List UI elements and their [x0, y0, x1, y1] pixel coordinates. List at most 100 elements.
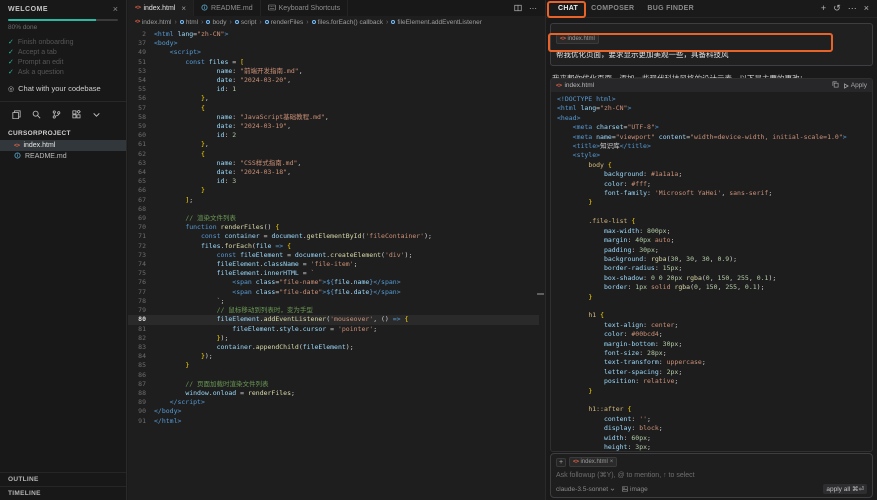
- code-line: font-size: 28px;: [557, 349, 866, 358]
- code-line: <head>: [557, 114, 866, 123]
- chat-header-actions: + ↺ ⋯ ×: [821, 4, 869, 13]
- apply-all-button[interactable]: apply all ⌘⏎: [823, 484, 867, 494]
- editor-actions: ⋯: [507, 0, 545, 16]
- code-line: text-align: center;: [557, 321, 866, 330]
- code-line: 78 `;: [128, 297, 539, 306]
- breadcrumb-item[interactable]: renderFiles: [265, 19, 304, 26]
- timeline-section-header[interactable]: TIMELINE: [0, 486, 126, 500]
- breadcrumb-separator: ›: [259, 19, 261, 26]
- breadcrumb-item[interactable]: script: [235, 19, 257, 26]
- code-line: 62 {: [128, 150, 539, 159]
- code-line: margin: 40px auto;: [557, 236, 866, 245]
- file-name: README.md: [25, 153, 67, 160]
- code-line: <meta name="viewport" content="width=dev…: [557, 133, 866, 142]
- code-line: letter-spacing: 2px;: [557, 368, 866, 377]
- code-line: 76 <span class="file-name">${file.name}<…: [128, 278, 539, 287]
- html-file-icon: <>: [135, 19, 140, 25]
- welcome-close-icon[interactable]: ×: [113, 6, 118, 13]
- apply-button[interactable]: Apply: [843, 82, 867, 89]
- breadcrumb-item[interactable]: <>index.html: [135, 19, 171, 26]
- code-line: 66 }: [128, 186, 539, 195]
- html-file-icon: <>: [556, 83, 561, 89]
- chat-input-placeholder: Ask followup (⌘Y), @ to mention, ↑ to se…: [556, 471, 867, 479]
- code-line: }: [557, 198, 866, 207]
- breadcrumb-separator: ›: [201, 19, 203, 26]
- user-message: <> index.html 帮我优化页面，要求显示更加美观一些，具备科技风: [550, 23, 873, 66]
- line-number: 57: [128, 104, 146, 113]
- tab-bug-finder[interactable]: BUG FINDER: [647, 5, 694, 12]
- line-number: 78: [128, 297, 146, 306]
- tab-close-icon[interactable]: ×: [181, 4, 186, 13]
- chevron-down-icon[interactable]: [92, 110, 101, 119]
- close-panel-icon[interactable]: ×: [864, 4, 869, 13]
- code-line: 56 },: [128, 94, 539, 103]
- code-line: 86: [128, 371, 539, 380]
- model-selector[interactable]: claude-3.5-sonnet: [556, 486, 615, 493]
- line-number: 58: [128, 113, 146, 122]
- code-line: 79 // 鼠标移动到列表时，变为手型: [128, 306, 539, 315]
- breadcrumb-label: html: [186, 19, 198, 26]
- tab-keyboard-shortcuts[interactable]: Keyboard Shortcuts: [261, 0, 348, 16]
- tab-index-html[interactable]: <> index.html ×: [128, 0, 194, 16]
- line-number: 64: [128, 168, 146, 177]
- welcome-panel: WELCOME × 80% done ✓Finish onboarding✓Ac…: [0, 0, 126, 102]
- line-number: 76: [128, 278, 146, 287]
- attach-image-button[interactable]: image: [622, 486, 648, 493]
- tab-label: README.md: [211, 5, 253, 12]
- tab-readme-md[interactable]: README.md: [194, 0, 261, 16]
- extensions-icon[interactable]: [72, 110, 81, 119]
- tab-composer[interactable]: COMPOSER: [591, 5, 634, 12]
- code-block-header: <> index.html Apply: [551, 79, 872, 92]
- line-number: 51: [128, 58, 146, 67]
- welcome-title: WELCOME: [8, 6, 48, 13]
- code-line: body {: [557, 161, 866, 170]
- line-number: 62: [128, 150, 146, 159]
- breadcrumb-label: renderFiles: [271, 19, 304, 26]
- code-line: 72 files.forEach(file => {: [128, 242, 539, 251]
- context-chip-index-html[interactable]: <> index.html ×: [569, 457, 617, 467]
- code-line: 2<html lang="zh-CN">: [128, 30, 539, 39]
- history-icon[interactable]: ↺: [833, 4, 841, 13]
- code-line: h1 {: [557, 311, 866, 320]
- line-number: 72: [128, 242, 146, 251]
- add-context-button[interactable]: +: [556, 458, 566, 467]
- tab-chat[interactable]: CHAT: [558, 5, 578, 12]
- line-number: 65: [128, 177, 146, 186]
- code-line: [557, 302, 866, 311]
- breadcrumb-item[interactable]: html: [180, 19, 198, 26]
- breadcrumb-item[interactable]: body: [206, 19, 226, 26]
- line-number: 79: [128, 306, 146, 315]
- html-file-icon: <>: [135, 5, 140, 11]
- chip-close-icon[interactable]: ×: [610, 459, 614, 465]
- line-number: 67: [128, 196, 146, 205]
- line-number: 86: [128, 371, 146, 380]
- context-file-chip[interactable]: <> index.html: [556, 34, 599, 44]
- outline-section-header[interactable]: OUTLINE: [0, 472, 126, 486]
- copy-code-icon[interactable]: [832, 81, 839, 90]
- new-chat-icon[interactable]: +: [821, 4, 826, 13]
- chat-input-box[interactable]: + <> index.html × Ask followup (⌘Y), @ t…: [550, 453, 873, 498]
- new-file-icon[interactable]: [12, 110, 21, 119]
- more-actions-icon[interactable]: ⋯: [529, 4, 538, 13]
- breadcrumb[interactable]: <>index.html›html›body›script›renderFile…: [128, 16, 545, 28]
- code-editor[interactable]: 2<html lang="zh-CN">37<body>49 <script>5…: [128, 28, 539, 500]
- filename-label: index.html: [564, 82, 594, 89]
- code-line: 61 },: [128, 140, 539, 149]
- file-tree-item-readme-md[interactable]: README.md: [0, 151, 126, 162]
- project-root-label[interactable]: CURSORPROJECT: [0, 125, 126, 140]
- split-editor-icon[interactable]: [514, 0, 522, 17]
- breadcrumb-item[interactable]: files.forEach() callback: [312, 19, 383, 26]
- search-icon[interactable]: [32, 110, 41, 119]
- code-line: 70 function renderFiles() {: [128, 223, 539, 232]
- chevron-down-icon: [610, 487, 615, 492]
- line-number: 82: [128, 334, 146, 343]
- breadcrumb-item[interactable]: fileElement.addEventListener: [391, 19, 482, 26]
- git-branch-icon[interactable]: [52, 110, 61, 119]
- chat-with-codebase-item[interactable]: ◎ Chat with your codebase: [8, 84, 118, 93]
- line-number: 53: [128, 67, 146, 76]
- more-icon[interactable]: ⋯: [848, 4, 857, 13]
- code-line: 90</body>: [128, 407, 539, 416]
- file-tree-item-index-html[interactable]: <> index.html: [0, 140, 126, 151]
- line-number: 90: [128, 407, 146, 416]
- html-file-icon: <>: [573, 459, 578, 465]
